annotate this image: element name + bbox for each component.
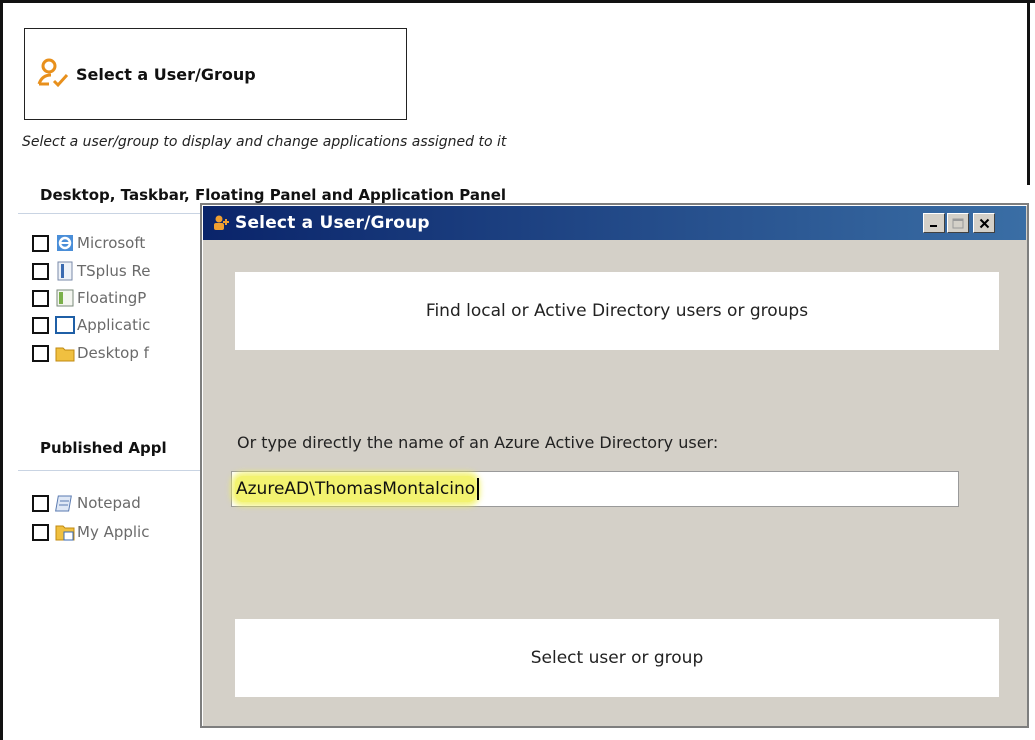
checkbox[interactable] — [32, 344, 49, 362]
hint-text: Select a user/group to display and chang… — [22, 134, 507, 150]
list-item[interactable]: Notepad — [32, 490, 141, 516]
my-applications-icon — [55, 525, 75, 541]
floating-panel-icon — [56, 289, 74, 307]
minimize-icon — [930, 225, 937, 227]
select-user-dialog: Select a User/Group Find local or Active… — [200, 203, 1029, 728]
list-item[interactable]: TSplus Re — [32, 258, 150, 284]
select-user-button[interactable]: Select user or group — [235, 619, 999, 697]
close-icon — [979, 218, 989, 228]
dialog-titlebar[interactable]: Select a User/Group — [203, 206, 1026, 240]
list-item-label: TSplus Re — [77, 262, 151, 280]
azure-user-label: Or type directly the name of an Azure Ac… — [237, 433, 719, 452]
add-user-icon — [214, 215, 229, 230]
list-item-label: Applicatic — [77, 316, 151, 334]
desktop-section-divider — [18, 213, 208, 214]
list-item-label: Microsoft — [77, 234, 146, 252]
checkbox[interactable] — [32, 262, 49, 280]
list-item-label: Notepad — [77, 494, 141, 512]
list-item[interactable]: Desktop f — [32, 340, 149, 366]
checkbox[interactable] — [32, 316, 49, 334]
azure-user-input[interactable]: AzureAD\ThomasMontalcino — [231, 471, 959, 507]
user-check-icon — [37, 58, 69, 88]
published-section-divider — [18, 470, 203, 471]
list-item[interactable]: Applicatic — [32, 312, 150, 338]
find-users-button[interactable]: Find local or Active Directory users or … — [235, 272, 999, 350]
close-button[interactable] — [973, 213, 995, 233]
list-item[interactable]: My Applic — [32, 519, 149, 545]
dialog-title: Select a User/Group — [235, 213, 430, 233]
checkbox[interactable] — [32, 523, 49, 541]
notepad-icon — [55, 495, 72, 512]
minimize-button[interactable] — [923, 213, 945, 233]
list-item-label: FloatingP — [77, 289, 147, 307]
text-caret — [477, 478, 480, 500]
ie-icon — [57, 235, 73, 251]
azure-user-value: AzureAD\ThomasMontalcino — [235, 476, 477, 502]
checkbox[interactable] — [32, 494, 49, 512]
list-item[interactable]: FloatingP — [32, 285, 146, 311]
folder-icon — [55, 347, 75, 362]
checkbox[interactable] — [32, 234, 49, 252]
list-item[interactable]: Microsoft — [32, 230, 145, 256]
maximize-icon — [952, 218, 964, 228]
published-section-title: Published Appl — [40, 439, 167, 457]
remote-taskbar-icon — [57, 261, 73, 281]
checkbox[interactable] — [32, 289, 49, 307]
application-panel-icon — [55, 316, 75, 334]
maximize-button[interactable] — [947, 213, 969, 233]
select-user-group-label: Select a User/Group — [76, 64, 256, 84]
list-item-label: Desktop f — [77, 344, 149, 362]
select-user-group-button[interactable]: Select a User/Group — [24, 28, 407, 120]
desktop-section-title: Desktop, Taskbar, Floating Panel and App… — [40, 186, 507, 204]
window-right-border — [1027, 0, 1030, 185]
list-item-label: My Applic — [77, 523, 150, 541]
